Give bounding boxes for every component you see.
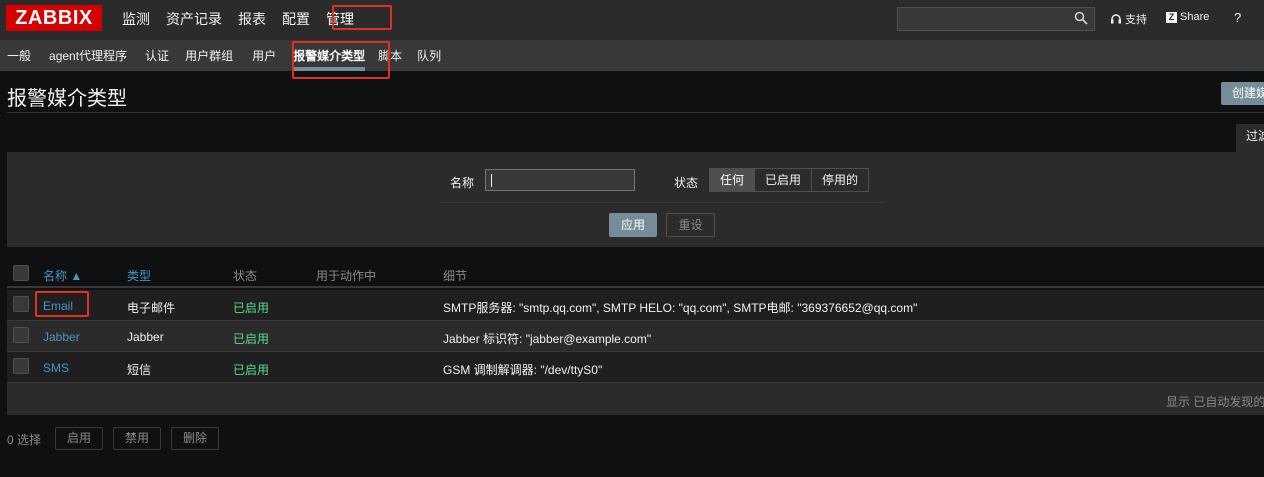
search-input[interactable] [897,7,1095,31]
create-media-type-button[interactable]: 创建媒 [1221,82,1264,105]
selected-count: 0 选择 [7,433,42,447]
title-divider [7,112,1264,113]
filter-name-label: 名称 [450,176,475,190]
nav-reports[interactable]: 报表 [230,0,274,40]
subnav-proxies[interactable]: agent代理程序 [38,40,137,71]
column-details: 细节 [443,269,468,283]
nav-monitoring[interactable]: 监测 [114,0,158,40]
table-footer-info: 显示 已自动发现的 [1166,395,1264,409]
media-type-name-link[interactable]: Jabber [43,330,80,344]
column-used-in-actions: 用于动作中 [316,269,377,283]
top-bar: ZABBIX 监测 资产记录 报表 配置 管理 支持 Z Share ? [0,0,1264,40]
text-caret [491,174,492,187]
status-option-enabled[interactable]: 已启用 [754,169,812,191]
row-checkbox[interactable] [13,327,29,343]
apply-button[interactable]: 应用 [609,213,657,237]
enable-button[interactable]: 启用 [55,427,103,450]
row-checkbox[interactable] [13,358,29,374]
subnav-authentication[interactable]: 认证 [137,40,178,71]
sub-nav-bar: 一般 agent代理程序 认证 用户群组 用户 报警媒介类型 脚本 队列 [0,40,1264,71]
media-type-name-link[interactable]: SMS [43,361,69,375]
media-type-details: GSM 调制解调器: "/dev/ttyS0" [443,363,603,377]
filter-status-label: 状态 [674,176,699,190]
media-type-details: Jabber 标识符: "jabber@example.com" [443,332,652,346]
column-type[interactable]: 类型 [127,267,151,284]
zabbix-logo[interactable]: ZABBIX [6,5,102,31]
filter-tab[interactable]: 过滤 [1236,124,1264,152]
headset-icon [1111,14,1121,24]
media-type-details: SMTP服务器: "smtp.qq.com", SMTP HELO: "qq.c… [443,301,918,315]
share-icon: Z [1166,11,1177,23]
sub-nav: 一般 agent代理程序 认证 用户群组 用户 报警媒介类型 脚本 队列 [0,40,448,71]
disable-button[interactable]: 禁用 [113,427,161,450]
select-all-checkbox[interactable] [13,265,29,281]
table-row: SMS 短信 已启用 GSM 调制解调器: "/dev/ttyS0" [7,352,1264,383]
media-type-status[interactable]: 已启用 [233,361,269,378]
subnav-users[interactable]: 用户 [241,40,286,71]
page-title: 报警媒介类型 [7,88,127,110]
filter-name-input[interactable] [485,169,635,191]
subnav-general[interactable]: 一般 [0,40,38,71]
search-icon[interactable] [1074,11,1088,25]
media-type-name-link[interactable]: Email [43,299,73,313]
subnav-scripts[interactable]: 脚本 [372,40,410,71]
table-footer: 显示 已自动发现的 [7,383,1264,415]
help-link[interactable]: ? [1234,10,1241,25]
support-label: 支持 [1125,14,1147,26]
support-link[interactable]: 支持 [1110,11,1147,27]
column-name[interactable]: 名称 ▲ [43,267,82,284]
table-row: Email 电子邮件 已启用 SMTP服务器: "smtp.qq.com", S… [7,290,1264,321]
status-option-disabled[interactable]: 停用的 [811,169,869,191]
nav-administration[interactable]: 管理 [318,0,362,40]
nav-inventory[interactable]: 资产记录 [158,0,230,40]
status-radio-group: 任何 已启用 停用的 [709,168,870,192]
media-type-status[interactable]: 已启用 [233,299,269,316]
nav-configuration[interactable]: 配置 [274,0,318,40]
column-status: 状态 [233,269,258,283]
media-type-type: Jabber [127,330,164,344]
subnav-media-types[interactable]: 报警媒介类型 [286,40,372,71]
table-row: Jabber Jabber 已启用 Jabber 标识符: "jabber@ex… [7,321,1264,352]
status-option-any[interactable]: 任何 [710,169,755,191]
share-link[interactable]: Z Share [1166,11,1209,23]
media-type-status[interactable]: 已启用 [233,330,269,347]
top-nav: 监测 资产记录 报表 配置 管理 [114,0,362,40]
table-header: 名称 ▲ 类型 状态 用于动作中 细节 [7,258,1264,288]
filter-panel: 名称 状态 任何 已启用 停用的 应用 重设 [7,152,1264,247]
subnav-queue[interactable]: 队列 [410,40,448,71]
media-type-type: 电子邮件 [127,301,176,315]
media-type-type: 短信 [127,363,152,377]
delete-button[interactable]: 删除 [171,427,219,450]
subnav-user-groups[interactable]: 用户群组 [178,40,241,71]
row-checkbox[interactable] [13,296,29,312]
share-label: Share [1180,11,1210,23]
reset-button[interactable]: 重设 [666,213,715,237]
filter-separator [440,202,884,203]
